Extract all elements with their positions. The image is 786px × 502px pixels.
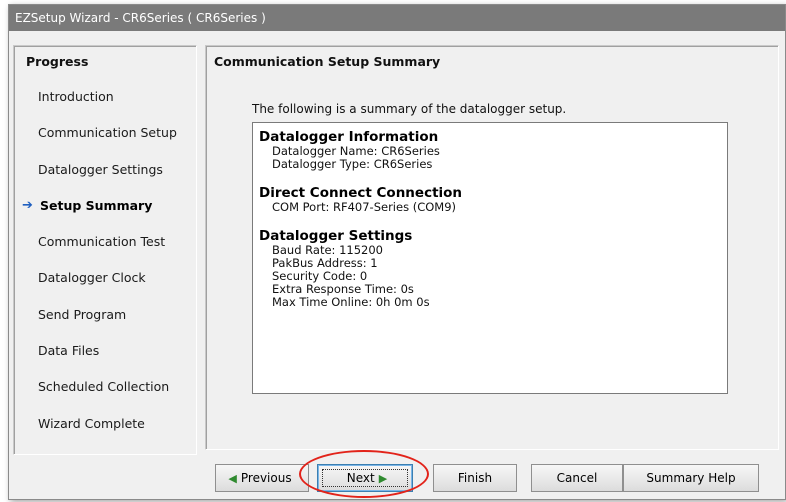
progress-step: Datalogger Clock xyxy=(14,267,196,303)
progress-step: Data Files xyxy=(14,340,196,376)
cancel-button[interactable]: Cancel xyxy=(531,464,623,492)
summary-box[interactable]: Datalogger Information Datalogger Name: C… xyxy=(252,122,728,394)
summary-section: Direct Connect Connection COM Port: RF407… xyxy=(259,185,721,214)
summary-section: Datalogger Settings Baud Rate: 115200 PakB… xyxy=(259,228,721,309)
summary-help-button[interactable]: Summary Help xyxy=(623,464,759,492)
progress-title: Progress xyxy=(26,54,89,69)
progress-step-label: Wizard Complete xyxy=(38,415,145,431)
focus-rectangle xyxy=(322,469,408,487)
window-title: EZSetup Wizard - CR6Series ( CR6Series ) xyxy=(15,11,266,25)
progress-step: Datalogger Settings xyxy=(14,159,196,195)
progress-step: Send Program xyxy=(14,304,196,340)
progress-step-label: Communication Setup xyxy=(38,125,177,141)
summary-line: Datalogger Type: CR6Series xyxy=(272,157,433,171)
content-title: Communication Setup Summary xyxy=(214,54,441,69)
progress-step-label: Scheduled Collection xyxy=(38,379,170,395)
progress-step: Communication Setup xyxy=(14,122,196,158)
progress-step-label: Send Program xyxy=(38,306,127,322)
progress-step: Scheduled Collection xyxy=(14,376,196,412)
current-step-arrow-icon: ➔ xyxy=(22,197,33,213)
finish-button[interactable]: Finish xyxy=(433,464,517,492)
progress-panel: Progress Introduction Communication Setup… xyxy=(13,45,197,455)
progress-step: ➔ Setup Summary xyxy=(14,195,196,231)
summary-section: Datalogger Information Datalogger Name: C… xyxy=(259,129,721,171)
progress-step-label: Datalogger Clock xyxy=(38,270,146,286)
summary-line: COM Port: RF407-Series (COM9) xyxy=(272,200,457,214)
previous-label: Previous xyxy=(240,471,292,485)
cancel-label: Cancel xyxy=(556,471,598,485)
progress-step: Communication Test xyxy=(14,231,196,267)
progress-steps: Introduction Communication Setup Datalogge… xyxy=(14,86,196,449)
window-title-bar: EZSetup Wizard - CR6Series ( CR6Series ) xyxy=(9,5,785,31)
summary-line: Max Time Online: 0h 0m 0s xyxy=(272,295,430,309)
progress-step-label: Setup Summary xyxy=(40,197,153,213)
progress-step: Introduction xyxy=(14,86,196,122)
progress-step-label: Datalogger Settings xyxy=(38,161,163,177)
intro-text: The following is a summary of the datalo… xyxy=(252,102,567,116)
wizard-window: EZSetup Wizard - CR6Series ( CR6Series )… xyxy=(8,4,786,500)
summary-help-label: Summary Help xyxy=(646,471,736,485)
summary-section-heading: Direct Connect Connection xyxy=(259,185,463,201)
finish-label: Finish xyxy=(457,471,493,485)
previous-button[interactable]: ◀ Previous xyxy=(215,464,309,492)
triangle-left-icon: ◀ xyxy=(228,472,237,485)
progress-step: Wizard Complete xyxy=(14,413,196,449)
summary-section-heading: Datalogger Information xyxy=(259,129,439,145)
next-button[interactable]: Next ▶ xyxy=(317,464,413,492)
progress-step-label: Communication Test xyxy=(38,234,166,250)
content-panel: Communication Setup Summary The followin… xyxy=(205,45,779,450)
progress-step-label: Data Files xyxy=(38,343,100,359)
summary-section-heading: Datalogger Settings xyxy=(259,228,413,244)
progress-step-label: Introduction xyxy=(38,89,114,104)
